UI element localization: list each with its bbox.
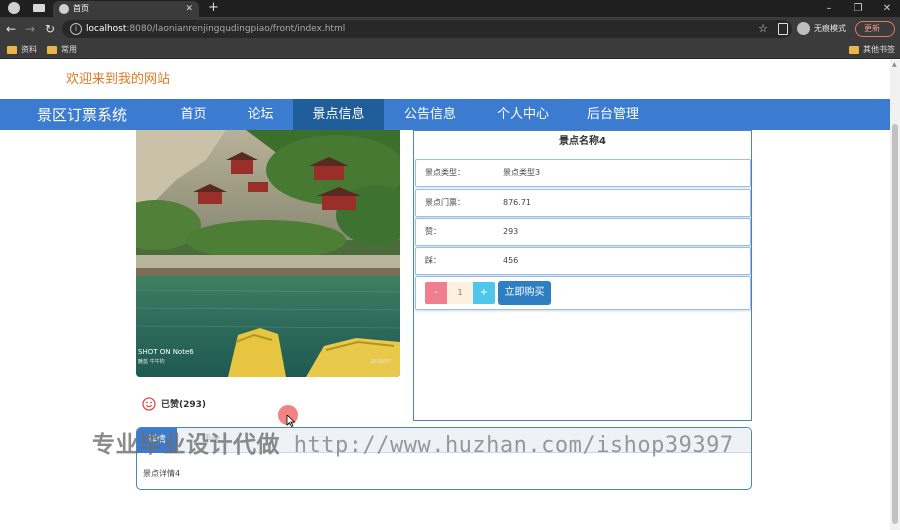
url-text[interactable]: localhost:8080/laonianrenjingqudingpiao/… <box>86 23 345 35</box>
attraction-title: 景点名称4 <box>559 136 606 147</box>
row-likes: 赞： 293 <box>415 218 751 246</box>
window-close-icon[interactable]: ✕ <box>881 0 893 17</box>
buy-now-button[interactable]: 立即购买 <box>498 281 551 305</box>
nav-user-center[interactable]: 个人中心 <box>487 99 559 130</box>
row-attraction-type: 景点类型： 景点类型3 <box>415 159 751 187</box>
nav-home[interactable]: 首页 <box>166 99 221 130</box>
attraction-info-panel: 景点名称4 景点类型： 景点类型3 景点门票： 876.71 赞： 293 踩：… <box>413 130 752 421</box>
forward-icon[interactable]: → <box>22 21 38 37</box>
nav-forum[interactable]: 论坛 <box>233 99 288 130</box>
watermark-url: http://www.huzhan.com/ishop39397 <box>280 433 734 458</box>
browser-toolbar: ← → ↻ i localhost:8080/laonianrenjingqud… <box>0 17 900 41</box>
page-viewport: 欢迎来到我的网站 景区订票系统 首页 论坛 景点信息 公告信息 个人中心 后台管… <box>0 60 890 530</box>
main-navbar: 景区订票系统 首页 论坛 景点信息 公告信息 个人中心 后台管理 <box>0 99 890 130</box>
tab-close-icon[interactable]: ✕ <box>185 2 193 16</box>
mouse-cursor-icon <box>286 415 296 427</box>
quantity-input[interactable]: 1 <box>447 282 473 304</box>
row-purchase: - 1 + 立即购买 <box>415 276 751 310</box>
minimize-icon[interactable]: – <box>823 0 835 17</box>
browser-tab[interactable]: 首页 ✕ <box>53 1 199 17</box>
row-label: 踩： <box>425 256 441 265</box>
quantity-increase-button[interactable]: + <box>473 282 495 304</box>
like-count-text: 已赞(293) <box>161 400 207 410</box>
folder-icon <box>7 46 17 54</box>
smile-icon[interactable] <box>142 397 156 411</box>
scrollbar-thumb[interactable] <box>892 124 898 524</box>
folder-icon <box>47 46 57 54</box>
browser-titlebar: 首页 ✕ + – ❐ ✕ <box>0 0 900 17</box>
row-dislikes: 踩： 456 <box>415 247 751 275</box>
nav-announcements[interactable]: 公告信息 <box>394 99 466 130</box>
address-bar[interactable]: i localhost:8080/laonianrenjingqudingpia… <box>62 20 792 38</box>
photo-caption: SHOT ON Note6 <box>138 348 194 356</box>
browser-menu-icon[interactable] <box>8 2 20 14</box>
row-ticket-price: 景点门票： 876.71 <box>415 189 751 217</box>
new-tab-icon[interactable]: + <box>208 0 219 16</box>
bookmarks-bar: 资料 常用 其他书签 <box>0 41 900 59</box>
row-value: 876.71 <box>503 198 531 207</box>
photo-caption-sub: 魅蓝 牛牛钓 <box>138 358 165 365</box>
back-icon[interactable]: ← <box>3 21 19 37</box>
row-label: 赞： <box>425 227 441 236</box>
nav-attractions[interactable]: 景点信息 <box>293 99 384 130</box>
folder-icon <box>849 46 859 54</box>
scroll-up-icon[interactable]: ▲ <box>892 61 897 68</box>
restore-icon[interactable]: ❐ <box>852 0 864 17</box>
welcome-text: 欢迎来到我的网站 <box>66 72 171 87</box>
row-label: 景点门票： <box>425 198 465 207</box>
row-value: 293 <box>503 227 519 236</box>
bookmark-star-icon[interactable]: ☆ <box>758 22 768 36</box>
globe-icon <box>59 4 69 14</box>
detail-content: 景点详情4 <box>143 469 181 478</box>
bookmark-folder-2[interactable]: 常用 <box>47 44 77 56</box>
scenery-image: SHOT ON Note6 魅蓝 牛牛钓 2018/07 <box>136 130 400 377</box>
incognito-label: 无痕模式 <box>814 24 846 33</box>
photo-date: 2018/07 <box>370 359 391 365</box>
row-value: 456 <box>503 256 519 265</box>
attraction-photo: SHOT ON Note6 魅蓝 牛牛钓 2018/07 <box>136 130 400 377</box>
nav-admin[interactable]: 后台管理 <box>577 99 649 130</box>
side-panel-icon[interactable] <box>778 23 788 35</box>
other-bookmarks[interactable]: 其他书签 <box>849 44 895 56</box>
tab-title: 首页 <box>73 4 89 13</box>
page-scrollbar[interactable] <box>890 60 900 530</box>
quantity-decrease-button[interactable]: - <box>425 282 447 304</box>
watermark: 专业毕业设计代做 http://www.huzhan.com/ishop3939… <box>92 430 734 461</box>
site-info-icon[interactable]: i <box>70 23 82 35</box>
reload-icon[interactable]: ↻ <box>42 21 58 37</box>
bookmark-folder-1[interactable]: 资料 <box>7 44 37 56</box>
watermark-cn: 专业毕业设计代做 <box>92 432 280 458</box>
row-value: 景点类型3 <box>503 168 541 177</box>
site-brand[interactable]: 景区订票系统 <box>37 105 127 125</box>
row-label: 景点类型： <box>425 168 465 177</box>
incognito-icon <box>797 22 810 35</box>
update-button[interactable]: 更新 <box>855 21 895 37</box>
tab-strip-icon[interactable] <box>33 4 45 12</box>
